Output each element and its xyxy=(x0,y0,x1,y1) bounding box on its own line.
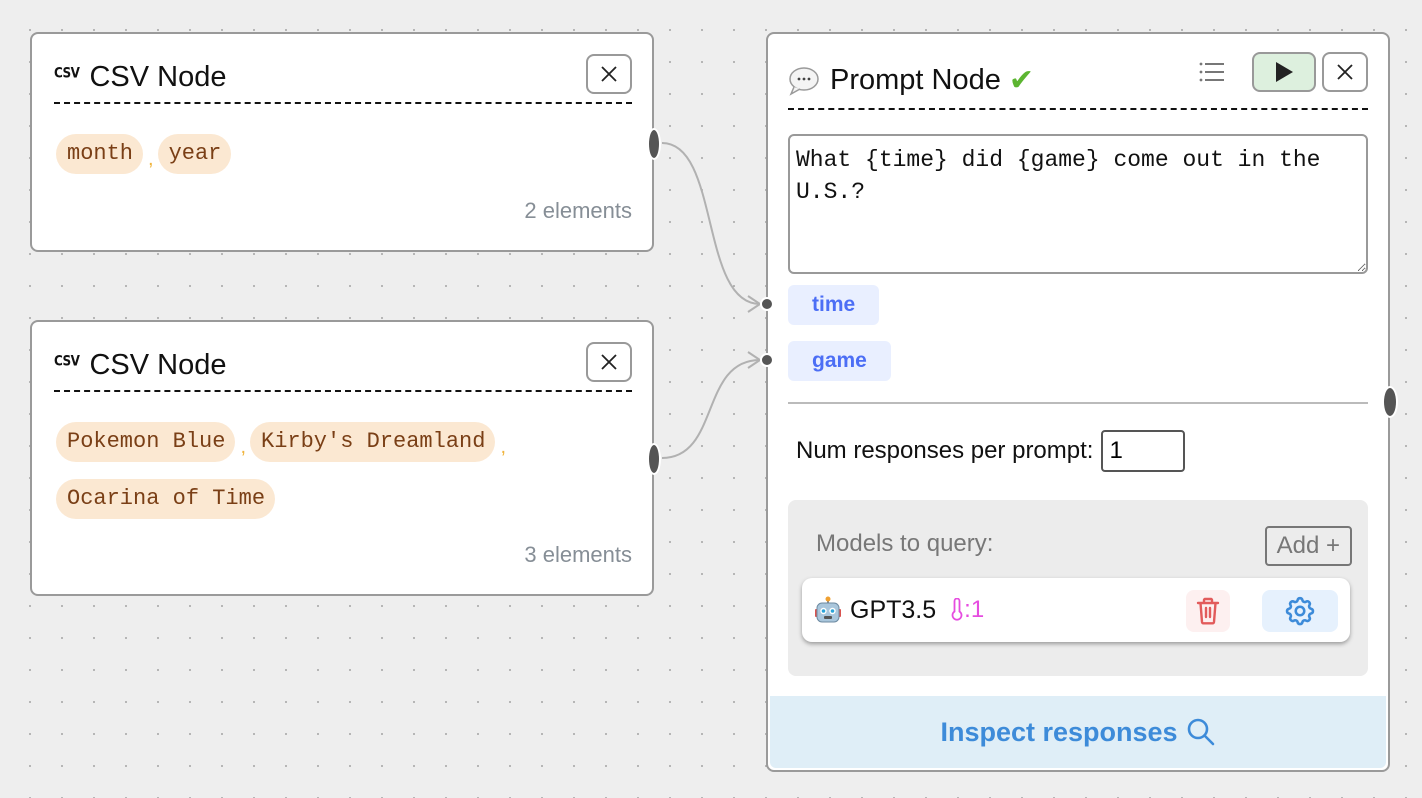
search-icon xyxy=(1187,718,1214,746)
num-responses-row: Num responses per prompt: xyxy=(796,430,1186,472)
item-separator: , xyxy=(240,435,246,458)
list-icon xyxy=(1199,62,1224,82)
header-actions xyxy=(1192,52,1368,92)
divider xyxy=(788,402,1368,404)
output-handle[interactable] xyxy=(647,128,661,160)
run-button[interactable] xyxy=(1252,52,1316,92)
item-separator: , xyxy=(500,435,506,458)
csv-item[interactable]: Pokemon Blue xyxy=(56,422,236,462)
checkmark-icon: ✔ xyxy=(1008,63,1034,97)
node-title: CSV Node xyxy=(89,60,227,93)
thermometer-icon xyxy=(951,598,963,621)
gear-icon xyxy=(1285,596,1315,626)
prompt-textarea[interactable]: What {time} did {game} come out in the U… xyxy=(788,134,1368,274)
close-button[interactable] xyxy=(586,342,632,382)
edge-arrow-time xyxy=(747,295,762,313)
inspect-responses-button[interactable]: Inspect responses xyxy=(770,696,1386,768)
edge-arrow-game xyxy=(747,351,762,369)
temperature-indicator: :1 xyxy=(950,596,984,624)
list-button[interactable] xyxy=(1192,52,1232,92)
output-handle[interactable] xyxy=(647,443,661,475)
csv-icon: CSV xyxy=(54,352,80,370)
models-label: Models to query: xyxy=(816,530,994,557)
csv-item[interactable]: year xyxy=(157,134,232,174)
close-icon xyxy=(601,66,617,82)
model-item[interactable]: GPT3.5 :1 xyxy=(802,578,1350,642)
close-button[interactable] xyxy=(1322,52,1368,92)
csv-item[interactable]: month xyxy=(56,134,144,174)
model-settings-button[interactable] xyxy=(1262,590,1338,632)
num-responses-input[interactable] xyxy=(1101,430,1186,472)
prompt-node[interactable]: Prompt Node ✔ What {time} did {game} com… xyxy=(760,32,1398,772)
item-separator: , xyxy=(148,147,154,170)
robot-icon xyxy=(814,596,842,624)
edge-csv1-to-time xyxy=(661,142,761,305)
csv-node-games[interactable]: CSV CSV Node Pokemon Blue , Kirby's Drea… xyxy=(30,320,661,596)
variable-chip-time: time xyxy=(788,285,880,325)
play-icon xyxy=(1276,62,1293,82)
csv-item[interactable]: Kirby's Dreamland xyxy=(250,422,496,462)
num-responses-label: Num responses per prompt: xyxy=(796,437,1094,464)
csv-item[interactable]: Ocarina of Time xyxy=(56,479,276,519)
output-handle[interactable] xyxy=(1382,386,1398,418)
element-count: 2 elements xyxy=(524,198,632,223)
variable-chip-game: game xyxy=(788,341,891,381)
trash-icon xyxy=(1196,597,1220,625)
speech-bubble-icon xyxy=(788,66,820,96)
close-icon xyxy=(1337,64,1353,80)
inspect-responses-label: Inspect responses xyxy=(940,716,1178,747)
element-count: 3 elements xyxy=(524,542,632,567)
node-title: CSV Node xyxy=(89,348,227,381)
delete-model-button[interactable] xyxy=(1186,590,1230,632)
node-title: Prompt Node xyxy=(830,63,1001,96)
csv-icon: CSV xyxy=(54,64,80,82)
node-header: CSV CSV Node xyxy=(54,52,632,104)
edge-csv2-to-game xyxy=(661,359,761,459)
temperature-value: :1 xyxy=(964,596,985,623)
csv-items: month , year xyxy=(56,134,632,174)
close-icon xyxy=(601,354,617,370)
add-model-button[interactable]: Add + xyxy=(1264,526,1352,566)
input-handle-time[interactable] xyxy=(760,297,774,311)
csv-items: Pokemon Blue , Kirby's Dreamland , Ocari… xyxy=(56,422,632,519)
close-button[interactable] xyxy=(586,54,632,94)
node-header: CSV CSV Node xyxy=(54,340,632,392)
model-name: GPT3.5 xyxy=(850,595,937,624)
input-handle-game[interactable] xyxy=(760,353,774,367)
models-panel: Models to query: Add + GPT3.5:1 xyxy=(788,500,1368,676)
csv-node-months[interactable]: CSV CSV Node month , year 2 elements xyxy=(30,32,661,252)
node-header: Prompt Node ✔ xyxy=(788,52,1368,110)
